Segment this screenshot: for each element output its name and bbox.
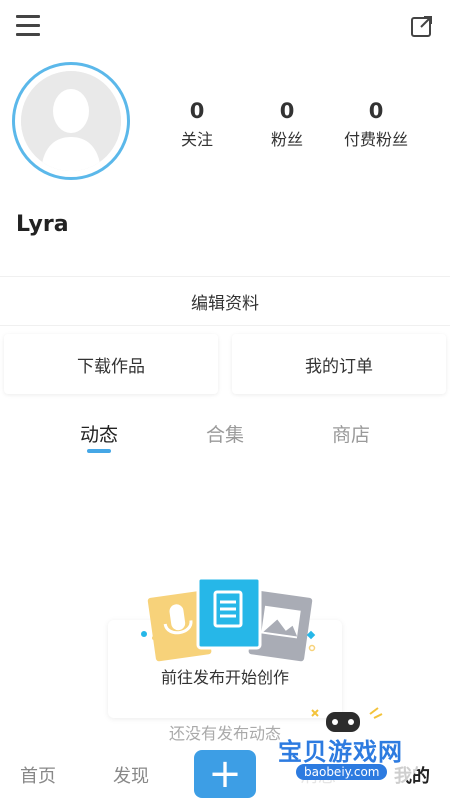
edit-profile-button[interactable]: 编辑资料 — [0, 276, 450, 326]
stat-paid-fans-count: 0 — [368, 99, 384, 123]
top-bar — [0, 0, 450, 56]
stat-following[interactable]: 0 关注 — [152, 98, 242, 150]
avatar[interactable] — [12, 62, 130, 180]
stat-paid-fans-label: 付费粉丝 — [343, 130, 408, 149]
stat-following-count: 0 — [189, 99, 205, 123]
stat-fans-count: 0 — [279, 99, 295, 123]
tab-collections[interactable]: 合集 — [180, 420, 270, 447]
create-illustration — [141, 576, 316, 662]
tab-dynamics[interactable]: 动态 — [54, 420, 144, 447]
my-orders-button[interactable]: 我的订单 — [232, 334, 446, 394]
add-button[interactable]: + — [194, 750, 256, 798]
user-silhouette-icon — [21, 71, 121, 171]
stat-fans-label: 粉丝 — [270, 130, 303, 149]
username: Lyra — [16, 212, 69, 237]
watermark-url: baobeiy.com — [296, 764, 388, 780]
stat-following-label: 关注 — [180, 130, 213, 149]
start-creating-label[interactable]: 前往发布开始创作 — [0, 664, 450, 688]
menu-icon[interactable] — [16, 15, 40, 37]
download-works-button[interactable]: 下载作品 — [4, 334, 218, 394]
stat-fans[interactable]: 0 粉丝 — [242, 98, 332, 150]
nav-home[interactable]: 首页 — [20, 762, 56, 788]
nav-discover[interactable]: 发现 — [113, 762, 149, 788]
tab-store[interactable]: 商店 — [306, 420, 396, 447]
watermark-title: 宝贝游戏网 — [278, 738, 403, 766]
stat-paid-fans[interactable]: 0 付费粉丝 — [331, 98, 421, 150]
active-tab-indicator — [87, 449, 111, 453]
external-link-icon[interactable] — [410, 14, 434, 38]
